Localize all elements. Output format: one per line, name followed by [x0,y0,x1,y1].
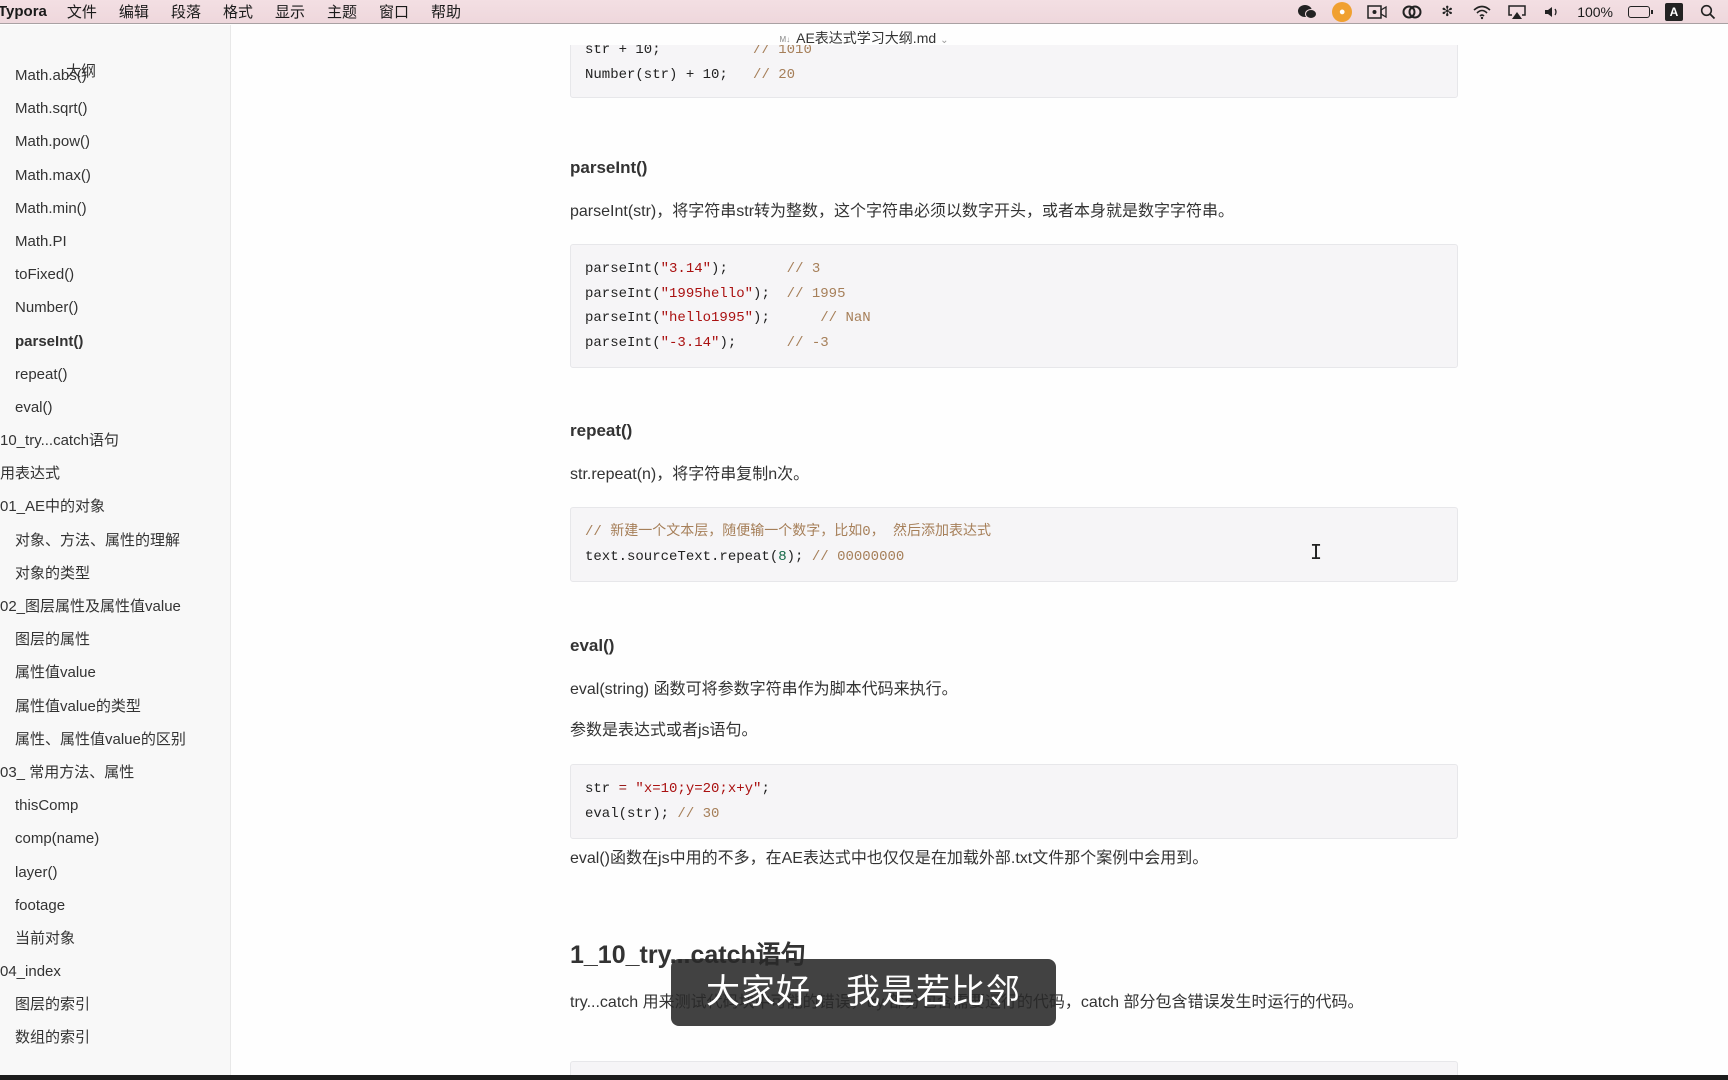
menu-view[interactable]: 显示 [275,1,305,22]
outline-item[interactable]: 当前对象 [0,922,230,955]
outline-item[interactable]: 数组的索引 [0,1021,230,1054]
menu-format[interactable]: 格式 [223,1,253,22]
status-tray: ● ✻ 100% A [1297,1,1728,22]
outline-item[interactable]: Math.sqrt() [0,92,230,125]
code-block-parseint[interactable]: parseInt("3.14"); // 3 parseInt("1995hel… [570,244,1458,368]
battery-icon[interactable] [1628,5,1653,18]
battery-percent: 100% [1577,3,1613,20]
outline-item[interactable]: 对象的类型 [0,557,230,590]
outline-item[interactable]: 02_图层属性及属性值value [0,590,230,623]
outline-sidebar: 大纲 Math.abs() Math.sqrt() Math.pow() Math.m… [0,25,231,1075]
code-line: parseInt("-3.14"); // -3 [585,334,829,351]
code-line: text.sourceText.repeat(8); // 00000000 [585,548,905,565]
heading-eval: eval() [570,636,615,655]
eval-note: eval()函数在js中用的不多，在AE表达式中也仅仅是在加载外部.txt文件那… [570,850,1209,867]
outline-item[interactable]: footage [0,889,230,922]
code-line: str = "x=10;y=20;x+y"; [585,781,770,797]
app-menu[interactable]: Typora [0,3,47,20]
text-cursor-icon: I [1310,540,1323,564]
wifi-icon[interactable] [1472,3,1492,21]
code-line: parseInt("1995hello"); // 1995 [585,285,846,302]
outline-item[interactable]: Math.max() [0,159,230,192]
outline-item[interactable]: layer() [0,856,230,889]
menu-theme[interactable]: 主题 [327,1,357,22]
outline-item[interactable]: 01_AE中的对象 [0,490,230,523]
spotlight-search-icon[interactable] [1698,3,1718,21]
qq-icon[interactable]: ● [1332,1,1353,22]
menu-edit[interactable]: 编辑 [119,1,149,22]
video-subtitle: 大家好，我是若比邻 [671,959,1056,1026]
input-method-icon[interactable]: A [1665,2,1683,21]
outline-item[interactable]: 属性、属性值value的区别 [0,723,230,756]
editor-area[interactable]: str + 10; // 1010 Number(str) + 10; // 2… [232,45,1728,1075]
eval-description: eval(string) 函数可将参数字符串作为脚本代码来执行。 [570,681,958,698]
outline-item[interactable]: 图层的属性 [0,623,230,656]
outline-item[interactable]: 属性值value [0,656,230,689]
airplay-icon[interactable] [1507,3,1527,21]
code-line: Number(str) + 10; // 20 [585,66,796,83]
heading-parseint: parseInt() [570,158,648,177]
code-line: eval(str); // 30 [585,805,720,822]
outline-item[interactable]: Math.PI [0,225,230,258]
outline-list: Math.abs() Math.sqrt() Math.pow() Math.max(… [0,59,230,1055]
outline-item[interactable]: parseInt() [0,325,230,358]
heading-repeat: repeat() [570,421,633,440]
bottom-edge [0,1075,1728,1080]
bluetooth-icon[interactable]: ✻ [1437,3,1457,21]
outline-item[interactable]: 03_ 常用方法、属性 [0,756,230,789]
outline-item[interactable]: 用表达式 [0,457,230,490]
screen-record-icon[interactable] [1367,3,1387,21]
outline-item[interactable]: thisComp [0,789,230,822]
menu-file[interactable]: 文件 [67,1,97,22]
markdown-file-icon: M↓ [779,34,791,44]
outline-item[interactable]: Math.pow() [0,125,230,158]
repeat-description: str.repeat(n)，将字符串复制n次。 [570,466,810,483]
outline-item[interactable]: repeat() [0,358,230,391]
code-comment: // 新建一个文本层，随便输一个数字，比如0， 然后添加表达式 [585,524,992,540]
eval-param-description: 参数是表达式或者js语句。 [570,722,758,739]
menu-help[interactable]: 帮助 [431,1,461,22]
menu-bar: Typora 文件 编辑 段落 格式 显示 主题 窗口 帮助 ● ✻ 100% … [0,0,1728,24]
document-title: AE表达式学习大纲.md [796,30,937,46]
code-block-repeat[interactable]: // 新建一个文本层，随便输一个数字，比如0， 然后添加表达式 text.sou… [570,507,1458,582]
code-line: parseInt("hello1995"); // NaN [585,310,871,326]
outline-item[interactable]: eval() [0,391,230,424]
code-block-number[interactable]: str + 10; // 1010 Number(str) + 10; // 2… [570,45,1458,98]
code-line: parseInt("3.14"); // 3 [585,261,821,277]
code-block-eval[interactable]: str = "x=10;y=20;x+y"; eval(str); // 30 [570,764,1458,839]
outline-item[interactable]: 对象、方法、属性的理解 [0,524,230,557]
outline-item[interactable]: 属性值value的类型 [0,690,230,723]
creative-cloud-icon[interactable] [1402,3,1422,21]
code-block-try-catch[interactable] [570,1061,1458,1075]
outline-item[interactable]: comp(name) [0,822,230,855]
menu-paragraph[interactable]: 段落 [171,1,201,22]
wechat-icon[interactable] [1297,3,1318,21]
outline-item[interactable]: 图层的索引 [0,988,230,1021]
parseint-description: parseInt(str)，将字符串str转为整数，这个字符串必须以数字开头，或… [570,203,1235,220]
outline-item[interactable]: 04_index [0,955,230,988]
menu-window[interactable]: 窗口 [379,1,409,22]
outline-item[interactable]: 10_try...catch语句 [0,424,230,457]
outline-item[interactable]: Number() [0,291,230,324]
outline-item[interactable]: toFixed() [0,258,230,291]
code-line: str + 10; // 1010 [585,45,812,58]
outline-item[interactable]: Math.abs() [0,59,230,92]
volume-icon[interactable] [1542,3,1562,21]
outline-item[interactable]: Math.min() [0,192,230,225]
